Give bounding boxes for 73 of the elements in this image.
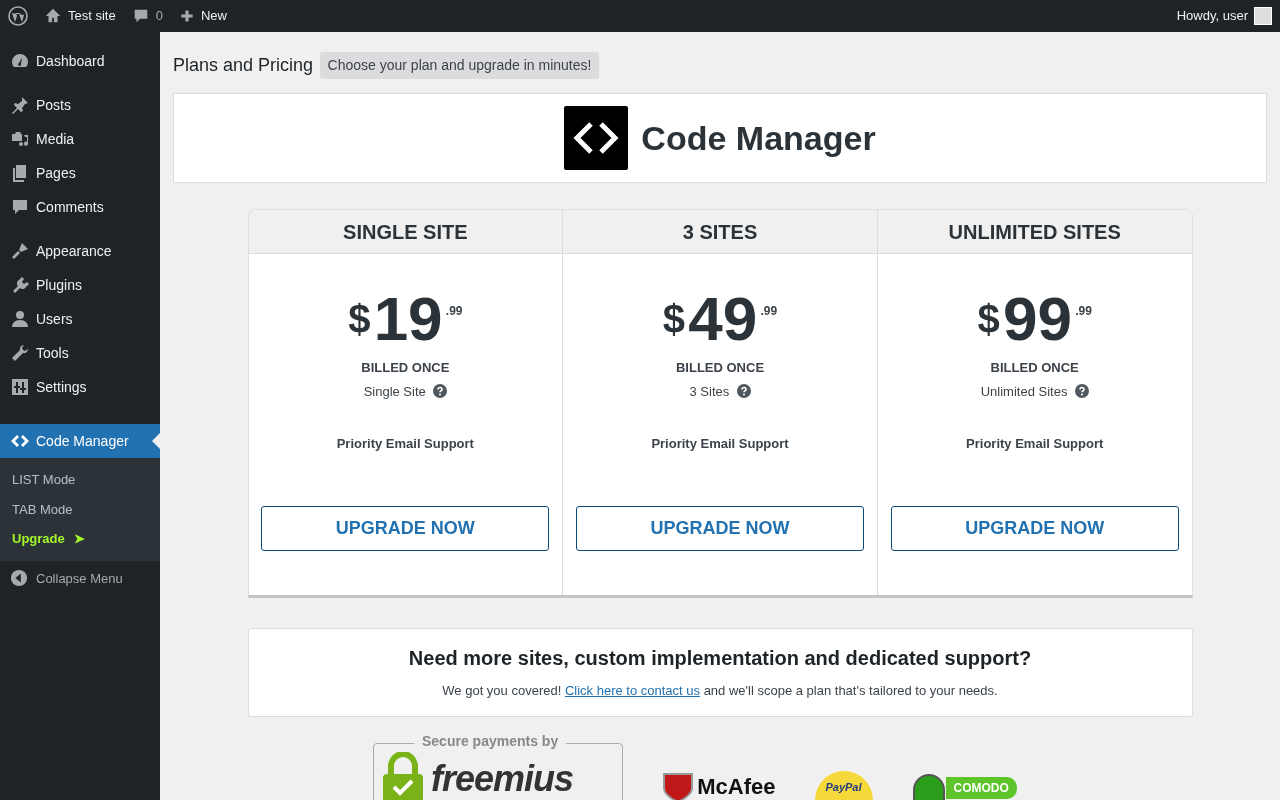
billing-period: BILLED ONCE [361, 359, 450, 377]
camera-music-icon [10, 129, 30, 149]
price: 19 [373, 288, 443, 350]
product-name: Code Manager [641, 117, 876, 159]
help-icon [433, 384, 448, 399]
shield-icon [662, 771, 694, 800]
feature-text: Priority Email Support [966, 435, 1104, 453]
account-menu[interactable]: Howdy, user [1168, 0, 1280, 32]
freemius-wordmark: freemius [431, 759, 574, 799]
billing-period: BILLED ONCE [675, 359, 765, 377]
active-pointer [152, 433, 160, 449]
arrow-icon: ➤ [74, 531, 86, 546]
sidebar-item[interactable]: Settings [0, 370, 160, 404]
help-icon [1074, 384, 1089, 399]
help-icon [736, 384, 751, 399]
sidebar-item[interactable]: Users [0, 302, 160, 336]
upgrade-button[interactable]: UPGRADE NOW [890, 505, 1179, 551]
sliders-icon [10, 377, 30, 397]
sidebar-item[interactable]: Appearance [0, 234, 160, 268]
badge-caption: Secure payments by [414, 732, 567, 750]
sidebar-item[interactable]: Dashboard [0, 44, 160, 78]
upgrade-button[interactable]: UPGRADE NOW [576, 505, 864, 551]
wrench-icon [10, 343, 30, 363]
subtitle-badge: Choose your plan and upgrade in minutes! [319, 52, 600, 79]
sidebar-item[interactable]: Code Manager [0, 424, 160, 458]
code-brackets-logo-icon [564, 106, 629, 170]
collapse-menu-button[interactable]: Collapse Menu [0, 560, 160, 596]
sidebar-item[interactable]: Tools [0, 336, 160, 370]
plan-name: SINGLE SITE [248, 210, 563, 254]
site-count: 3 Sites [689, 382, 730, 401]
sidebar-item[interactable]: Plugins [0, 268, 160, 302]
price: 49 [688, 288, 758, 350]
contact-link[interactable]: Click here to contact us [564, 682, 701, 698]
feature-text: Priority Email Support [651, 435, 789, 453]
price-cents: .99 [445, 303, 463, 320]
paypal-wordmark: PayPal [825, 779, 862, 795]
submenu-item[interactable]: Upgrade ➤ [0, 524, 160, 554]
feature-text: Priority Email Support [336, 435, 474, 453]
price: 99 [1002, 288, 1072, 350]
new-link[interactable]: New [170, 0, 235, 32]
plus-icon [178, 8, 195, 24]
plan-name: 3 SITES [563, 210, 877, 254]
thumbs-up-icon [911, 773, 946, 800]
submenu-item[interactable]: TAB Mode [0, 494, 160, 524]
submenu-item[interactable]: LIST Mode [0, 465, 160, 495]
contact-heading: Need more sites, custom implementation and dedicated support? [407, 645, 1033, 671]
price-cents: .99 [760, 303, 778, 320]
site-count: Unlimited Sites [980, 382, 1068, 401]
plan-name: UNLIMITED SITES [877, 210, 1192, 254]
padlock-icon [380, 752, 425, 800]
speech-bubble-icon [10, 197, 30, 217]
sidebar-item[interactable]: Comments [0, 190, 160, 224]
sidebar-item[interactable]: Media [0, 122, 160, 156]
site-link[interactable]: Test site [36, 0, 124, 32]
site-count: Single Site [363, 382, 426, 401]
page-title: Plans and Pricing [173, 54, 314, 77]
pushpin-icon [10, 95, 30, 115]
mcafee-wordmark: McAfee [697, 773, 776, 800]
sidebar-item[interactable]: Posts [0, 88, 160, 122]
currency-sign: $ [662, 296, 686, 343]
home-icon [44, 7, 62, 25]
contact-text: We got you covered! Click here to contact us and we'll scope a plan that's tailored to your needs. [441, 681, 999, 700]
comodo-wordmark: COMODO [945, 777, 1017, 799]
currency-sign: $ [348, 296, 371, 343]
avatar [1254, 7, 1272, 25]
comments-link[interactable]: 0 [123, 0, 171, 32]
price-cents: .99 [1075, 303, 1092, 320]
billing-period: BILLED ONCE [990, 359, 1079, 377]
paintbrush-icon [10, 241, 30, 261]
currency-sign: $ [977, 296, 1000, 343]
upgrade-button[interactable]: UPGRADE NOW [261, 505, 550, 551]
person-icon [10, 309, 30, 329]
sidebar-item[interactable]: Pages [0, 156, 160, 190]
